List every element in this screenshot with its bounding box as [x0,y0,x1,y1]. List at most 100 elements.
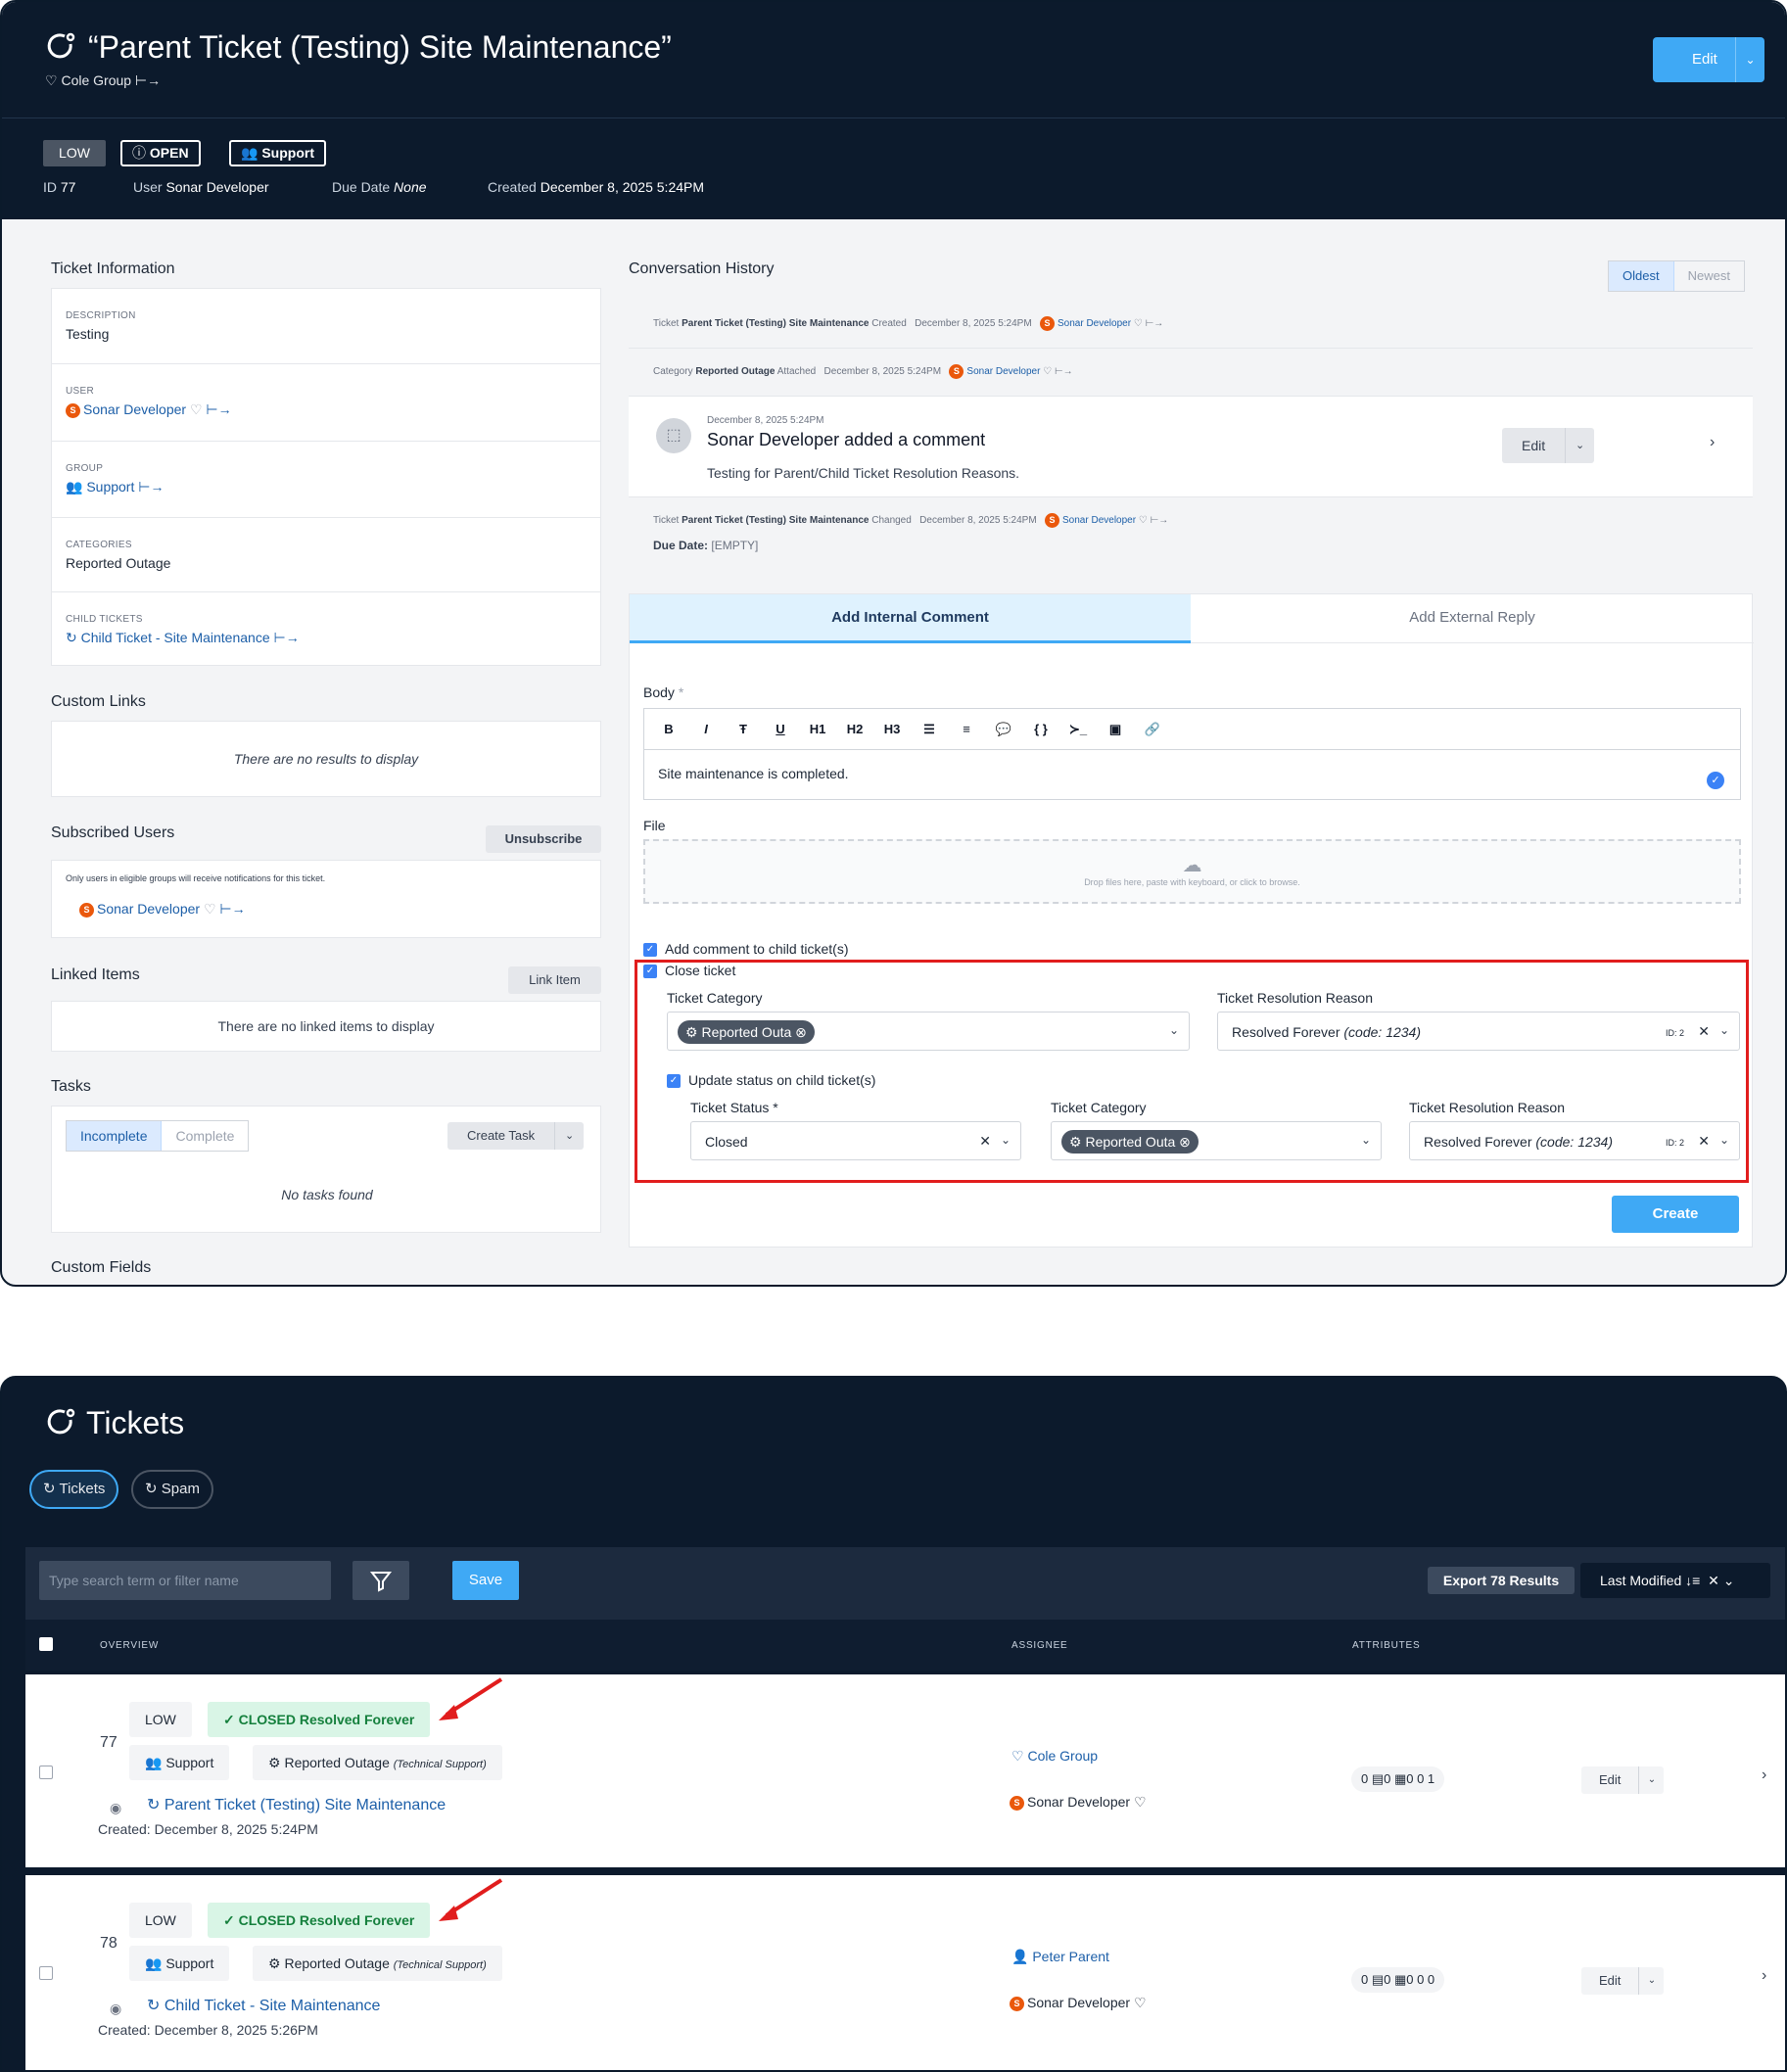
eye-icon[interactable]: ◉ [110,2001,121,2017]
ticket-name-link[interactable]: ↻ Parent Ticket (Testing) Site Maintenan… [147,1795,446,1814]
subscribed-title: Subscribed Users [51,824,175,841]
tab-incomplete[interactable]: Incomplete [67,1121,163,1151]
tasks-tabs: Incomplete Complete [66,1120,250,1152]
sort-newest[interactable]: Newest [1674,261,1744,291]
ticket-info-title: Ticket Information [51,260,175,277]
row-edit-button[interactable]: Edit ⌄ [1581,1766,1665,1794]
tab-external-reply[interactable]: Add External Reply [1191,594,1754,643]
category-tag: ⚙ Reported Outage (Technical Support) [253,1946,502,1981]
meta-user: User Sonar Developer [133,179,269,195]
chevron-right-icon[interactable]: › [1762,1766,1766,1784]
ticket-icon: ↻ [66,630,81,645]
chevron-right-icon[interactable]: › [1762,1967,1766,1985]
chevron-down-icon: ⌄ [554,1122,584,1150]
category-icon: ⚙ [268,1755,285,1770]
filter-icon [369,1572,393,1592]
meta-created: Created December 8, 2025 5:24PM [488,179,705,195]
code-block-icon[interactable]: { } [1022,722,1059,736]
users-icon: 👥 [66,479,87,494]
eye-icon[interactable]: ◉ [110,1800,121,1816]
terminal-icon[interactable]: ≻_ [1059,722,1097,737]
italic-button[interactable]: I [687,722,725,736]
comment-card: ⬚ December 8, 2025 5:24PM Sonar Develope… [629,397,1753,497]
chevron-right-icon[interactable]: › [1710,434,1715,451]
search-input[interactable]: Type search term or filter name [39,1561,331,1600]
select-all-checkbox[interactable] [39,1637,53,1651]
add-child-comment-checkbox[interactable]: ✓ Add comment to child ticket(s) [643,941,849,958]
sort-oldest[interactable]: Oldest [1609,261,1674,291]
sort-icon: ↓≡ [1685,1573,1701,1588]
chevron-down-icon[interactable]: ⌄ [1735,37,1764,82]
tasks-card: Incomplete Complete Create Task ⌄ No task… [51,1106,601,1233]
attributes: 0 ▤0 ▦0 0 1 [1351,1766,1445,1792]
group-icon: ♡ [45,72,62,88]
ticket-name-link[interactable]: ↻ Child Ticket - Site Maintenance [147,1996,380,2015]
tab-internal-comment[interactable]: Add Internal Comment [630,594,1191,643]
create-task-button[interactable]: Create Task ⌄ [447,1122,585,1150]
body-editor[interactable]: Site maintenance is completed. ✓ [643,749,1741,800]
tab-tickets[interactable]: ↻ Tickets [29,1470,119,1509]
row-checkbox[interactable] [39,1766,53,1779]
chevron-down-icon: ⌄ [1638,1967,1664,1995]
table-row[interactable]: 77 LOW ✓ CLOSED Resolved Forever 👥 Suppo… [25,1674,1785,1867]
created-date: Created: December 8, 2025 5:26PM [98,2022,318,2038]
group-link[interactable]: ♡ Cole Group ⊢→ [45,72,161,89]
highlight-annotation [635,960,1749,1183]
meta-due: Due Date None [332,179,427,195]
underline-button[interactable]: U [762,722,799,736]
user-link[interactable]: S Sonar Developer ♡ [1010,1794,1147,1811]
linked-items-empty: There are no linked items to display [51,1001,601,1052]
check-icon: ✓ [1707,772,1724,789]
ticket-icon: ↻ [147,1998,165,2014]
subscribed-user-link[interactable]: S Sonar Developer ♡ ⊢→ [79,901,246,918]
quote-icon[interactable]: 💬 [985,722,1022,737]
table-header: OVERVIEW ASSIGNEE ATTRIBUTES [25,1620,1785,1671]
assignee-link[interactable]: ♡ Cole Group [1011,1748,1098,1765]
event-created: Ticket Parent Ticket (Testing) Site Main… [629,301,1753,349]
conversation-sort: Oldest Newest [1608,260,1745,292]
row-edit-button[interactable]: Edit ⌄ [1581,1967,1665,1995]
h1-button[interactable]: H1 [799,722,836,736]
edit-button[interactable]: Edit ⌄ [1653,37,1764,82]
ticket-detail-panel: “Parent Ticket (Testing) Site Maintenanc… [0,0,1787,1287]
group-link-support[interactable]: 👥 Support ⊢→ [66,479,587,495]
created-date: Created: December 8, 2025 5:24PM [98,1821,318,1837]
strike-button[interactable]: Ŧ [725,722,762,736]
link-item-button[interactable]: Link Item [508,966,601,994]
user-link[interactable]: S Sonar Developer ♡ ⊢→ [66,401,587,418]
bullet-list-icon[interactable]: ☰ [911,722,948,737]
avatar: S [1010,1795,1024,1811]
image-icon[interactable]: ▣ [1097,722,1134,737]
event-changed: Ticket Parent Ticket (Testing) Site Main… [629,497,1753,564]
filter-button[interactable] [353,1561,409,1600]
h2-button[interactable]: H2 [836,722,873,736]
status-badge: ⓘ OPEN [120,140,201,166]
group-icon: ♡ [1011,1748,1028,1764]
subscribed-card: Only users in eligible groups will recei… [51,860,601,938]
save-button[interactable]: Save [452,1561,519,1600]
unsubscribe-button[interactable]: Unsubscribe [486,825,601,853]
status-tag: ✓ CLOSED Resolved Forever [208,1903,431,1938]
table-row[interactable]: 78 LOW ✓ CLOSED Resolved Forever 👥 Suppo… [25,1875,1785,2070]
link-icon[interactable]: 🔗 [1134,722,1171,737]
description-value: Testing [66,326,110,342]
sort-select[interactable]: Last Modified ↓≡ ✕ ⌄ [1580,1563,1770,1598]
bold-button[interactable]: B [650,722,687,736]
user-link[interactable]: S Sonar Developer ♡ [1010,1995,1147,2011]
assignee-link[interactable]: 👤 Peter Parent [1011,1949,1109,1965]
body-label: Body * [643,684,684,700]
child-ticket-link[interactable]: ↻ Child Ticket - Site Maintenance ⊢→ [66,630,587,646]
export-button[interactable]: Export 78 Results [1428,1567,1575,1594]
h3-button[interactable]: H3 [873,722,911,736]
file-dropzone[interactable]: ☁ Drop files here, paste with keyboard, o… [643,839,1741,904]
create-button[interactable]: Create [1612,1196,1739,1233]
linked-items-title: Linked Items [51,966,140,983]
row-checkbox[interactable] [39,1966,53,1980]
tab-complete[interactable]: Complete [162,1121,248,1151]
ordered-list-icon[interactable]: ≡ [948,722,985,736]
tab-spam[interactable]: ↻ Spam [131,1470,213,1509]
comment-edit-button[interactable]: Edit ⌄ [1502,428,1595,463]
priority-tag: LOW [129,1903,192,1938]
comment-heading: Sonar Developer added a comment [707,430,986,449]
categories-value: Reported Outage [66,555,171,571]
